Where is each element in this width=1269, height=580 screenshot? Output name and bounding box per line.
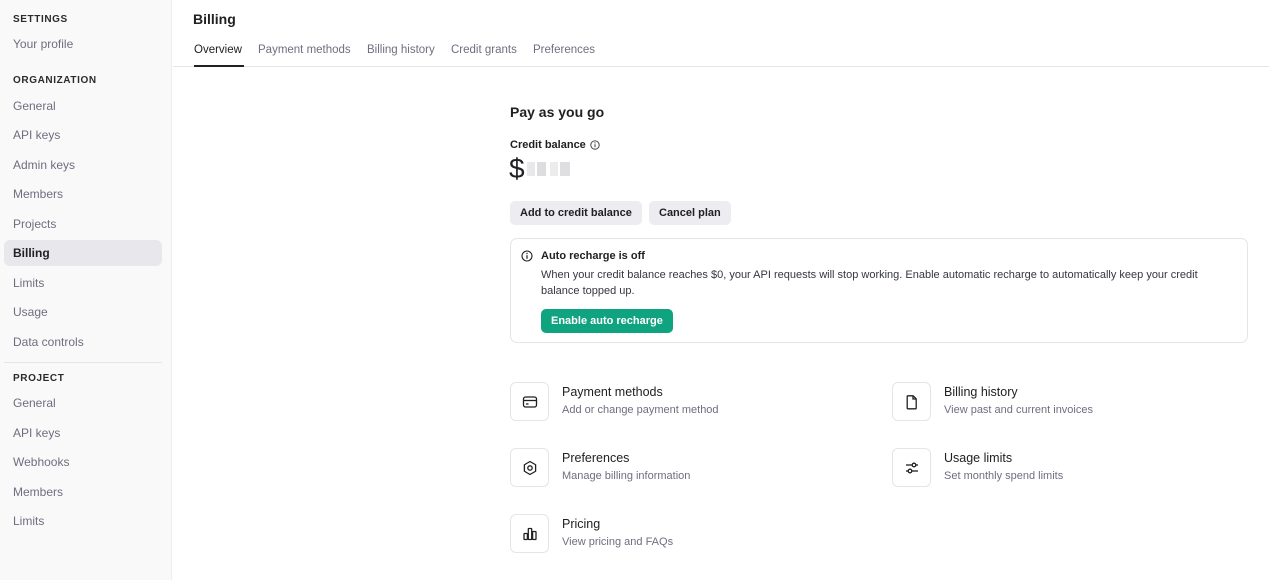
credit-balance-label: Credit balance — [510, 139, 600, 151]
bar-chart-icon — [510, 514, 549, 553]
tab-overview[interactable]: Overview — [194, 44, 242, 56]
sidebar-item-admin-keys[interactable]: Admin keys — [4, 152, 162, 178]
alert-title: Auto recharge is off — [541, 250, 645, 262]
card-description: Manage billing information — [562, 470, 691, 482]
sidebar: SETTINGS Your profile ORGANIZATION Gener… — [0, 0, 172, 580]
credit-balance-label-text: Credit balance — [510, 139, 586, 151]
tab-payment-methods[interactable]: Payment methods — [258, 44, 351, 56]
card-title: Preferences — [562, 451, 630, 465]
card-title: Billing history — [944, 385, 1018, 399]
balance-currency-symbol: $ — [509, 153, 525, 184]
card-title: Pricing — [562, 517, 601, 531]
tab-credit-grants[interactable]: Credit grants — [451, 44, 517, 56]
section-title-project: PROJECT — [13, 373, 65, 384]
document-icon — [892, 382, 931, 421]
sidebar-item-data-controls[interactable]: Data controls — [4, 329, 162, 355]
sidebar-item-project-members[interactable]: Members — [4, 479, 162, 505]
sidebar-item-org-limits[interactable]: Limits — [4, 270, 162, 296]
info-icon[interactable] — [590, 140, 600, 150]
add-credit-button[interactable]: Add to credit balance — [510, 201, 642, 225]
sidebar-item-billing[interactable]: Billing — [4, 240, 162, 266]
payment-methods-card[interactable]: Payment methods Add or change payment me… — [510, 382, 810, 424]
card-title: Payment methods — [562, 385, 663, 399]
billing-history-card[interactable]: Billing history View past and current in… — [892, 382, 1192, 424]
section-title-settings: SETTINGS — [13, 14, 68, 25]
tab-billing-history[interactable]: Billing history — [367, 44, 435, 56]
sidebar-item-webhooks[interactable]: Webhooks — [4, 449, 162, 475]
credit-card-icon — [510, 382, 549, 421]
preferences-card[interactable]: Preferences Manage billing information — [510, 448, 810, 490]
tab-bar: Overview Payment methods Billing history… — [173, 38, 1269, 67]
sidebar-item-project-api-keys[interactable]: API keys — [4, 420, 162, 446]
card-description: View past and current invoices — [944, 404, 1093, 416]
credit-balance-value: $ — [509, 153, 570, 185]
gear-icon — [510, 448, 549, 487]
sidebar-item-usage[interactable]: Usage — [4, 299, 162, 325]
page-title: Billing — [193, 11, 236, 27]
cancel-plan-button[interactable]: Cancel plan — [649, 201, 731, 225]
balance-redacted — [549, 162, 558, 176]
card-description: View pricing and FAQs — [562, 536, 674, 548]
sidebar-divider — [4, 362, 162, 363]
active-tab-indicator — [194, 65, 244, 67]
sidebar-item-org-general[interactable]: General — [4, 93, 162, 119]
balance-redacted — [559, 162, 570, 176]
auto-recharge-alert: Auto recharge is off When your credit ba… — [510, 238, 1248, 343]
card-description: Set monthly spend limits — [944, 470, 1064, 482]
card-description: Add or change payment method — [562, 404, 719, 416]
sidebar-item-org-members[interactable]: Members — [4, 181, 162, 207]
section-title-organization: ORGANIZATION — [13, 75, 97, 86]
alert-body: When your credit balance reaches $0, you… — [541, 269, 1198, 297]
sidebar-item-project-general[interactable]: General — [4, 390, 162, 416]
sidebar-item-projects[interactable]: Projects — [4, 211, 162, 237]
sidebar-item-org-api-keys[interactable]: API keys — [4, 122, 162, 148]
info-icon — [521, 249, 533, 262]
balance-redacted — [526, 162, 535, 176]
sidebar-item-project-limits[interactable]: Limits — [4, 508, 162, 534]
plan-heading: Pay as you go — [510, 104, 605, 120]
enable-auto-recharge-button[interactable]: Enable auto recharge — [541, 309, 673, 333]
pricing-card[interactable]: Pricing View pricing and FAQs — [510, 514, 810, 556]
usage-limits-card[interactable]: Usage limits Set monthly spend limits — [892, 448, 1192, 490]
sidebar-item-your-profile[interactable]: Your profile — [4, 31, 162, 57]
balance-redacted — [536, 162, 546, 176]
sliders-icon — [892, 448, 931, 487]
card-title: Usage limits — [944, 451, 1013, 465]
tab-preferences[interactable]: Preferences — [533, 44, 595, 56]
